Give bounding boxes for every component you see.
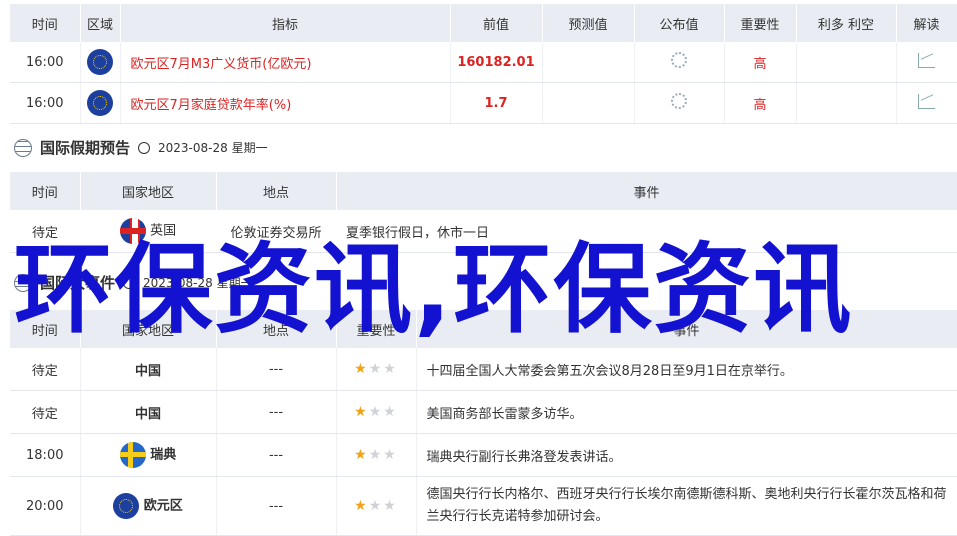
globe-icon [14,138,32,157]
row-time: 18:00 [10,433,81,477]
row-time: 16:00 [10,42,81,83]
table-row[interactable]: 16:00 欧元区7月家庭贷款年率(%) 1.7 高 [10,82,957,124]
star-icon: ★ [368,498,384,514]
previous-value: 160182.01 [450,42,543,83]
holiday-section-header: 国际假期预告 2023-08-28 星期一 [14,137,268,158]
col-importance: 重要性 [724,4,797,42]
previous-value: 1.7 [450,82,543,124]
row-country: 中国 [80,390,217,434]
holiday-title: 国际假期预告 [40,139,131,157]
star-rating: ★★★ [336,348,417,391]
row-place: --- [216,390,337,434]
loading-spinner-icon [671,52,687,68]
sweden-flag-icon [119,442,146,468]
col-region: 区域 [80,4,121,42]
col-impact: 利多 利空 [796,4,897,42]
col-time: 时间 [10,4,81,42]
table-row: 18:00 瑞典 --- ★★★ 瑞典央行副行长弗洛登发表讲话。 [10,433,957,477]
indicator-table-header: 时间 区域 指标 前值 预测值 公布值 重要性 利多 利空 解读 [10,4,957,42]
row-time: 待定 [10,348,81,391]
importance-value: 高 [724,82,797,124]
star-icon: ★ [383,447,398,463]
forecast-value [542,82,635,124]
indicator-table: 时间 区域 指标 前值 预测值 公布值 重要性 利多 利空 解读 16:00 欧… [10,4,957,124]
row-event: 瑞典央行副行长弗洛登发表讲话。 [416,433,957,477]
importance-value: 高 [724,42,797,83]
table-row[interactable]: 16:00 欧元区7月M3广义货币(亿欧元) 160182.01 高 [10,42,957,83]
row-country: 中国 [80,348,217,391]
star-rating: ★★★ [336,390,417,434]
col-indicator: 指标 [120,4,451,42]
star-icon: ★ [354,447,369,463]
row-event: 十四届全国人大常委会第五次会议8月28日至9月1日在京举行。 [416,348,957,391]
col-analysis: 解读 [896,4,957,42]
star-icon: ★ [383,498,398,514]
table-row: 待定 中国 --- ★★★ 十四届全国人大常委会第五次会议8月28日至9月1日在… [10,348,957,391]
star-icon: ★ [383,361,398,377]
chart-icon[interactable] [918,93,935,109]
indicator-link[interactable]: 欧元区7月家庭贷款年率(%) [120,82,451,124]
row-place: --- [216,433,337,477]
row-country: 瑞典 [150,447,177,463]
indicator-link[interactable]: 欧元区7月M3广义货币(亿欧元) [120,42,451,83]
chart-icon[interactable] [918,52,935,68]
star-icon: ★ [368,361,384,377]
col-forecast: 预测值 [542,4,635,42]
col-place: 地点 [216,172,337,210]
row-event: 美国商务部长雷蒙多访华。 [416,390,957,434]
eu-flag-icon [87,90,113,116]
col-country: 国家地区 [80,172,217,210]
forecast-value [542,42,635,83]
loading-spinner-icon [671,93,687,109]
col-actual: 公布值 [634,4,725,42]
row-time: 待定 [10,390,81,434]
holiday-date: 2023-08-28 星期一 [158,141,268,155]
row-country: 欧元区 [143,498,183,514]
star-icon: ★ [368,447,384,463]
star-icon: ★ [354,404,369,420]
star-icon: ★ [383,404,398,420]
impact-value [796,82,897,124]
eu-flag-icon [87,49,113,75]
star-icon: ★ [354,498,369,514]
star-rating: ★★★ [336,433,417,477]
eu-flag-icon [113,493,140,519]
col-time: 时间 [10,172,81,210]
row-place: --- [216,348,337,391]
row-time: 16:00 [10,82,81,124]
col-previous: 前值 [450,4,543,42]
star-icon: ★ [354,361,369,377]
col-event: 事件 [336,172,957,210]
clock-icon [138,141,151,154]
table-row: 待定 中国 --- ★★★ 美国商务部长雷蒙多访华。 [10,390,957,434]
impact-value [796,42,897,83]
star-icon: ★ [368,404,384,420]
watermark-overlay: 环保资讯,环保资讯 [14,233,854,347]
